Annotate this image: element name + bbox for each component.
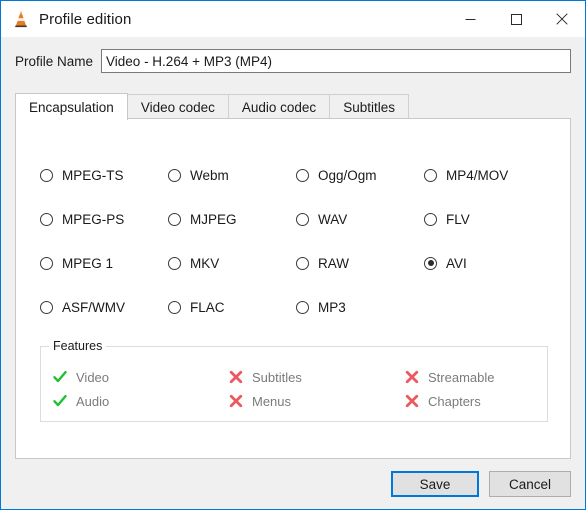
window-title: Profile edition	[39, 10, 132, 28]
radio-option-label: Ogg/Ogm	[318, 167, 377, 183]
radio-unselected-icon[interactable]	[296, 300, 309, 314]
tab-label: Subtitles	[343, 99, 395, 115]
radio-option-label: RAW	[318, 255, 349, 271]
radio-unselected-icon[interactable]	[40, 256, 53, 270]
tab-subtitles[interactable]: Subtitles	[329, 94, 409, 119]
radio-option-asf-wmv[interactable]: ASF/WMV	[40, 300, 168, 315]
radio-option-mpeg-1[interactable]: MPEG 1	[40, 256, 168, 271]
profile-name-input[interactable]	[101, 49, 571, 73]
check-icon	[53, 370, 67, 384]
radio-unselected-icon[interactable]	[424, 168, 437, 182]
cross-icon	[229, 370, 243, 384]
radio-row: ASF/WMV FLAC MP3	[40, 285, 548, 329]
radio-option-label: MJPEG	[190, 211, 237, 227]
radio-option-label: ASF/WMV	[62, 299, 125, 315]
window-controls	[447, 1, 585, 37]
minimize-icon[interactable]	[447, 1, 493, 37]
cross-icon	[229, 394, 243, 408]
radio-option-ogg-ogm[interactable]: Ogg/Ogm	[296, 168, 424, 183]
radio-unselected-icon[interactable]	[296, 212, 309, 226]
radio-selected-icon[interactable]	[424, 256, 437, 270]
radio-unselected-icon[interactable]	[168, 256, 181, 270]
radio-row: MPEG 1 MKV RAW AVI	[40, 241, 548, 285]
radio-option-label: MPEG 1	[62, 255, 114, 271]
radio-option-label: WAV	[318, 211, 348, 227]
radio-unselected-icon[interactable]	[296, 256, 309, 270]
close-icon[interactable]	[539, 1, 585, 37]
feature-row: Video Subtitles Streamable	[53, 365, 537, 389]
tab-video-codec[interactable]: Video codec	[126, 94, 229, 119]
radio-option-label: MPEG-TS	[62, 167, 124, 183]
dialog-button-row: Save Cancel	[1, 469, 585, 499]
radio-unselected-icon[interactable]	[168, 212, 181, 226]
radio-unselected-icon[interactable]	[40, 168, 53, 182]
feature-menus: Menus	[229, 394, 405, 409]
radio-option-label: MP4/MOV	[446, 167, 509, 183]
radio-option-flv[interactable]: FLV	[424, 212, 552, 227]
cancel-button[interactable]: Cancel	[489, 471, 571, 497]
profile-name-row: Profile Name	[1, 46, 585, 76]
radio-option-mjpeg[interactable]: MJPEG	[168, 212, 296, 227]
features-grid: Video Subtitles Streamable Audio Menus Chapte…	[53, 365, 537, 413]
radio-unselected-icon[interactable]	[40, 212, 53, 226]
radio-option-flac[interactable]: FLAC	[168, 300, 296, 315]
features-group: Features Video Subtitles Streamable Audio Me…	[40, 339, 548, 422]
features-legend: Features	[49, 339, 107, 353]
save-button[interactable]: Save	[391, 471, 479, 497]
radio-unselected-icon[interactable]	[40, 300, 53, 314]
radio-option-mp4-mov[interactable]: MP4/MOV	[424, 168, 552, 183]
title-bar: Profile edition	[1, 1, 585, 37]
radio-option-label: FLV	[446, 211, 470, 227]
encapsulation-panel: MPEG-TS Webm Ogg/Ogm MP4/MOV MPEG-PS MJPEG WAV…	[15, 118, 571, 459]
feature-label: Chapters	[428, 393, 481, 409]
feature-chapters: Chapters	[405, 394, 581, 409]
radio-option-wav[interactable]: WAV	[296, 212, 424, 227]
encapsulation-radio-grid: MPEG-TS Webm Ogg/Ogm MP4/MOV MPEG-PS MJPEG WAV…	[40, 153, 548, 329]
feature-label: Subtitles	[252, 369, 302, 385]
radio-option-label: FLAC	[190, 299, 225, 315]
radio-option-webm[interactable]: Webm	[168, 168, 296, 183]
tab-encapsulation[interactable]: Encapsulation	[15, 93, 128, 120]
radio-option-label: MP3	[318, 299, 346, 315]
radio-option-mkv[interactable]: MKV	[168, 256, 296, 271]
radio-option-label: MKV	[190, 255, 220, 271]
tab-label: Audio codec	[241, 99, 317, 115]
vlc-cone-icon	[11, 9, 31, 29]
feature-label: Streamable	[428, 369, 495, 385]
feature-label: Audio	[76, 393, 110, 409]
radio-unselected-icon[interactable]	[168, 300, 181, 314]
feature-label: Video	[76, 369, 110, 385]
radio-unselected-icon[interactable]	[168, 168, 181, 182]
tab-label: Video codec	[140, 99, 215, 115]
radio-unselected-icon[interactable]	[296, 168, 309, 182]
feature-row: Audio Menus Chapters	[53, 389, 537, 413]
feature-label: Menus	[252, 393, 292, 409]
radio-unselected-icon[interactable]	[424, 212, 437, 226]
maximize-icon[interactable]	[493, 1, 539, 37]
radio-row: MPEG-PS MJPEG WAV FLV	[40, 197, 548, 241]
radio-row: MPEG-TS Webm Ogg/Ogm MP4/MOV	[40, 153, 548, 197]
radio-option-raw[interactable]: RAW	[296, 256, 424, 271]
radio-option-mp3[interactable]: MP3	[296, 300, 424, 315]
feature-video: Video	[53, 370, 229, 385]
radio-option-mpeg-ts[interactable]: MPEG-TS	[40, 168, 168, 183]
radio-option-label: MPEG-PS	[62, 211, 125, 227]
radio-option-label: AVI	[446, 255, 467, 271]
feature-subtitles: Subtitles	[229, 370, 405, 385]
check-icon	[53, 394, 67, 408]
profile-name-label: Profile Name	[15, 53, 94, 69]
feature-streamable: Streamable	[405, 370, 581, 385]
tab-audio-codec[interactable]: Audio codec	[227, 94, 331, 119]
radio-option-mpeg-ps[interactable]: MPEG-PS	[40, 212, 168, 227]
cross-icon	[405, 394, 419, 408]
profile-edition-dialog: Profile edition Profile Name Encapsulati…	[0, 0, 586, 510]
radio-option-avi[interactable]: AVI	[424, 256, 552, 271]
tab-label: Encapsulation	[29, 99, 114, 115]
radio-option-label: Webm	[190, 167, 229, 183]
cross-icon	[405, 370, 419, 384]
tab-strip: Encapsulation Video codec Audio codec Subti…	[15, 93, 571, 120]
feature-audio: Audio	[53, 394, 229, 409]
